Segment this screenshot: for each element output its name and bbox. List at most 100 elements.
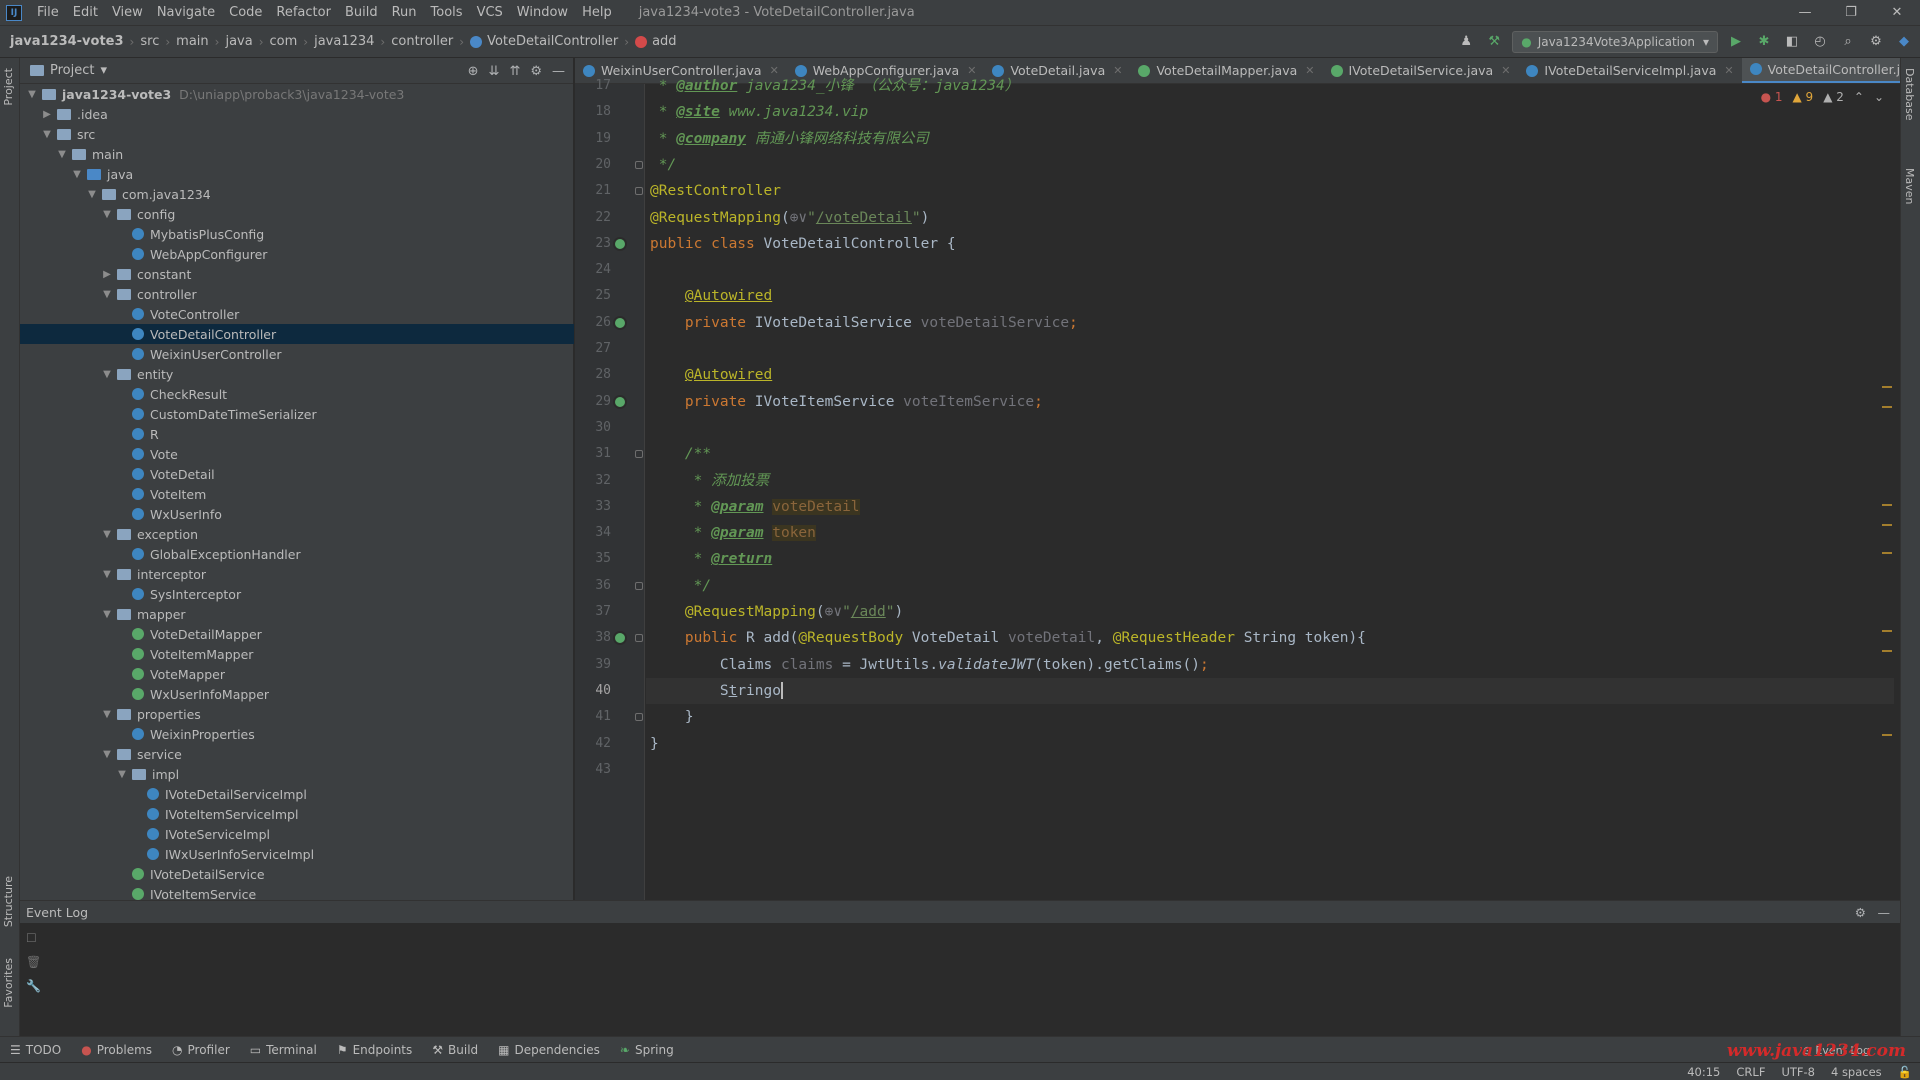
tree-item[interactable]: IWxUserInfoServiceImpl — [20, 844, 574, 864]
close-icon[interactable]: ✕ — [1724, 64, 1733, 77]
fold-icon[interactable] — [635, 187, 643, 196]
tree-item[interactable]: IVoteDetailServiceImpl — [20, 784, 574, 804]
tree-item[interactable]: VoteDetail — [20, 464, 574, 484]
toolwindow-terminal[interactable]: ▭ Terminal — [240, 1043, 327, 1057]
menu-vcs[interactable]: VCS — [470, 5, 510, 20]
search-icon[interactable]: ⌕ — [1838, 32, 1858, 52]
line-number[interactable]: 31 — [575, 446, 611, 461]
warning-mark[interactable] — [1882, 552, 1892, 554]
warning-mark[interactable] — [1882, 386, 1892, 388]
menu-tools[interactable]: Tools — [424, 5, 470, 20]
line-number[interactable]: 40 — [575, 683, 611, 698]
line-number[interactable]: 39 — [575, 657, 611, 672]
chevron-right-icon[interactable]: ▶ — [41, 109, 53, 120]
code-line[interactable]: * @param token — [650, 520, 816, 546]
toolwindow-todo[interactable]: ☰ TODO — [0, 1043, 71, 1057]
breadcrumb-item[interactable]: add — [631, 34, 680, 49]
breadcrumb-item[interactable]: com — [266, 34, 302, 49]
breadcrumb-item[interactable]: java1234 — [310, 34, 378, 49]
line-number[interactable]: 35 — [575, 551, 611, 566]
menu-edit[interactable]: Edit — [66, 5, 105, 20]
tree-item[interactable]: VoteItemMapper — [20, 644, 574, 664]
line-number[interactable]: 26 — [575, 315, 611, 330]
toolwindow-dependencies[interactable]: ▦ Dependencies — [488, 1043, 610, 1057]
warning-mark[interactable] — [1882, 650, 1892, 652]
tree-item[interactable]: ▼ properties — [20, 704, 574, 724]
line-number[interactable]: 36 — [575, 578, 611, 593]
code-line[interactable]: * @param voteDetail — [650, 494, 860, 520]
tree-item[interactable]: Vote — [20, 444, 574, 464]
tree-item[interactable]: VoteController — [20, 304, 574, 324]
chevron-down-icon[interactable]: ▼ — [86, 189, 98, 200]
tree-item[interactable]: ▼ service — [20, 744, 574, 764]
line-number[interactable]: 34 — [575, 525, 611, 540]
tree-item[interactable]: ▼ entity — [20, 364, 574, 384]
line-number[interactable]: 32 — [575, 473, 611, 488]
breadcrumb-item[interactable]: java1234-vote3 — [0, 34, 128, 49]
build-hammer-icon[interactable]: ⚒ — [1484, 32, 1504, 52]
toolwindow-problems[interactable]: ● Problems — [71, 1043, 162, 1057]
tree-item[interactable]: ▼ impl — [20, 764, 574, 784]
spring-bean-icon[interactable] — [613, 394, 627, 409]
chevron-down-icon[interactable]: ▼ — [101, 569, 113, 580]
editor-tab[interactable]: IVoteDetailServiceImpl.java ✕ — [1518, 58, 1741, 83]
chevron-down-icon[interactable]: ▼ — [71, 169, 83, 180]
locate-icon[interactable]: ⊕ — [468, 64, 479, 79]
line-number[interactable]: 18 — [575, 104, 611, 119]
code-line[interactable]: @Autowired — [650, 362, 772, 388]
collapse-all-icon[interactable]: ⇈ — [509, 64, 520, 79]
line-number[interactable]: 38 — [575, 630, 611, 645]
fold-icon[interactable] — [635, 160, 643, 169]
menu-run[interactable]: Run — [385, 5, 424, 20]
tree-item[interactable]: ▼ config — [20, 204, 574, 224]
menu-navigate[interactable]: Navigate — [150, 5, 222, 20]
tree-item[interactable]: ▼ main — [20, 144, 574, 164]
hide-icon[interactable]: — — [552, 64, 565, 79]
gear-icon[interactable]: ⚙ — [1866, 32, 1886, 52]
line-separator[interactable]: CRLF — [1728, 1065, 1773, 1079]
warning-mark[interactable] — [1882, 524, 1892, 526]
breadcrumb-item[interactable]: java — [221, 34, 256, 49]
tree-item[interactable]: ▼ src — [20, 124, 574, 144]
code-line[interactable]: * @site www.java1234.vip — [650, 99, 869, 125]
toolwindow-spring[interactable]: ❧ Spring — [610, 1043, 684, 1057]
tree-item[interactable]: ▶ constant — [20, 264, 574, 284]
caret-position[interactable]: 40:15 — [1679, 1065, 1728, 1079]
gear-icon[interactable]: ⚙ — [530, 64, 542, 79]
indent-setting[interactable]: 4 spaces — [1823, 1065, 1890, 1079]
line-number[interactable]: 33 — [575, 499, 611, 514]
menu-window[interactable]: Window — [510, 5, 575, 20]
toolwindow-profiler[interactable]: ◔ Profiler — [162, 1043, 240, 1057]
line-number[interactable]: 28 — [575, 367, 611, 382]
menu-help[interactable]: Help — [575, 5, 619, 20]
line-number[interactable]: 19 — [575, 131, 611, 146]
maven-side-tab[interactable]: Maven — [1903, 168, 1916, 204]
line-number[interactable]: 25 — [575, 288, 611, 303]
tree-item[interactable]: CustomDateTimeSerializer — [20, 404, 574, 424]
code-line[interactable]: public R add(@RequestBody VoteDetail vot… — [650, 625, 1366, 651]
fold-icon[interactable] — [635, 450, 643, 459]
chevron-down-icon[interactable]: ▼ — [41, 129, 53, 140]
code-line[interactable]: @RequestMapping(⊕∨"/voteDetail") — [650, 205, 929, 231]
editor-tab[interactable]: VoteDetailController.java✕ — [1741, 58, 1900, 83]
breadcrumb-item[interactable]: main — [172, 34, 212, 49]
code-line[interactable]: } — [650, 704, 694, 730]
chevron-down-icon[interactable]: ▼ — [26, 89, 38, 100]
code-line[interactable]: */ — [650, 152, 676, 178]
chevron-right-icon[interactable]: ▶ — [101, 269, 113, 280]
tree-item[interactable]: ▼ controller — [20, 284, 574, 304]
menu-file[interactable]: File — [30, 5, 66, 20]
spring-bean-icon[interactable] — [613, 315, 627, 330]
warning-mark[interactable] — [1882, 406, 1892, 408]
tree-item[interactable]: VoteMapper — [20, 664, 574, 684]
code-line[interactable]: * @author java1234_小锋 （公众号：java1234） — [650, 73, 1019, 99]
line-number[interactable]: 23 — [575, 236, 611, 251]
hide-icon[interactable]: — — [1878, 905, 1891, 920]
close-icon[interactable]: ✕ — [1113, 64, 1122, 77]
database-side-tab[interactable]: Database — [1903, 68, 1916, 121]
toolwindow-endpoints[interactable]: ⚑ Endpoints — [327, 1043, 422, 1057]
settings-icon[interactable]: ☐ — [26, 931, 41, 945]
gear-icon[interactable]: ⚙ — [1855, 905, 1866, 920]
line-number[interactable]: 30 — [575, 420, 611, 435]
lock-icon[interactable]: 🔓 — [1890, 1065, 1920, 1079]
